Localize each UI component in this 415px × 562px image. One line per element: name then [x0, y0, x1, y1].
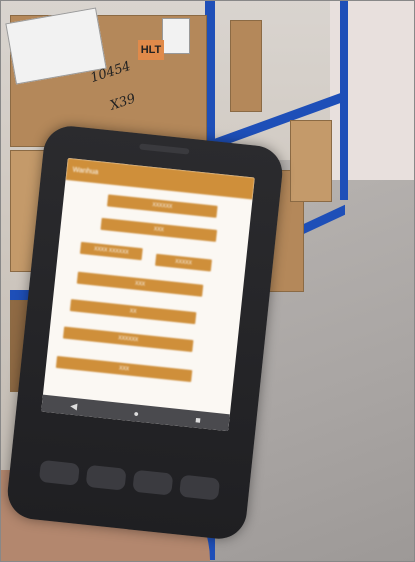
hardware-key-2[interactable] — [85, 464, 127, 491]
shipping-label — [162, 18, 190, 54]
menu-button-3[interactable]: XXXX XXXXXX — [79, 241, 143, 261]
android-nav-bar: ◀ ● ■ — [41, 394, 230, 432]
hardware-key-1[interactable] — [38, 459, 80, 486]
menu-button-4[interactable]: XXXXX — [155, 253, 212, 272]
menu-button-2[interactable]: XXX — [100, 217, 218, 242]
menu-button-8[interactable]: XXX — [55, 355, 193, 383]
box-label-hlt: HLT — [138, 40, 164, 60]
warehouse-photo: HLT 10454 X39 Wanhua XXXXXX XXX XXXX XXX… — [0, 0, 415, 562]
menu-button-5[interactable]: XXX — [76, 271, 204, 297]
cardboard-box-shelf — [230, 20, 262, 112]
hardware-key-4[interactable] — [179, 474, 221, 501]
cardboard-box-stack — [290, 120, 332, 202]
app-title: Wanhua — [72, 166, 99, 176]
menu-button-6[interactable]: XX — [69, 299, 197, 325]
device-screen: Wanhua XXXXXX XXX XXXX XXXXXX XXXXX XXX … — [41, 157, 255, 432]
menu-button-7[interactable]: XXXXXX — [62, 326, 194, 353]
handheld-scanner: Wanhua XXXXXX XXX XXXX XXXXXX XXXXX XXX … — [5, 123, 285, 542]
home-icon[interactable]: ● — [133, 408, 139, 419]
app-title-bar: Wanhua — [65, 157, 255, 200]
menu-button-1[interactable]: XXXXXX — [106, 194, 218, 218]
speaker-grille — [139, 143, 190, 155]
recent-apps-icon[interactable]: ■ — [195, 414, 201, 425]
back-icon[interactable]: ◀ — [70, 401, 78, 413]
hardware-keys — [38, 459, 221, 501]
hardware-key-3[interactable] — [132, 469, 174, 496]
